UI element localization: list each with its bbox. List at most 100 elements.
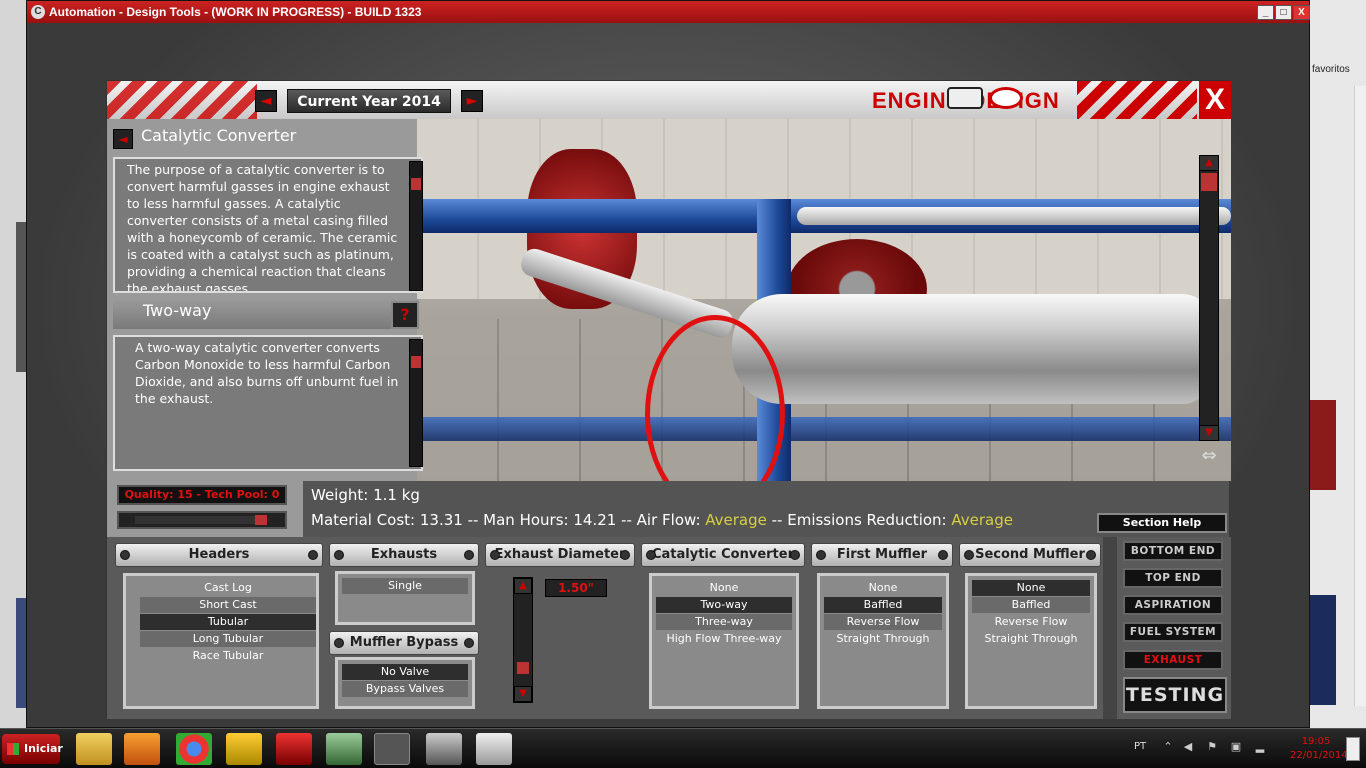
viewport-scroll-thumb[interactable] <box>1201 173 1217 191</box>
list-item-no-valve[interactable]: No Valve <box>342 664 468 680</box>
list-item-two-way[interactable]: Two-way <box>656 597 792 613</box>
device-tray-icon[interactable]: ▣ <box>1230 741 1242 753</box>
list-item-none[interactable]: None <box>656 580 792 596</box>
diameter-slider-thumb[interactable] <box>517 662 529 674</box>
window-close-button[interactable]: X <box>1293 5 1310 20</box>
panel-close-button[interactable]: X <box>1199 81 1231 119</box>
tray-expand-icon[interactable]: ⌃ <box>1162 741 1174 753</box>
bolt-icon <box>1086 550 1096 560</box>
car-app-icon[interactable] <box>426 733 462 765</box>
second-muffler-list: None Baffled Reverse Flow Straight Throu… <box>965 573 1097 709</box>
bolt-icon <box>964 550 974 560</box>
list-item-three-way[interactable]: Three-way <box>656 614 792 630</box>
quality-slider-track <box>135 516 255 524</box>
taskbar: Iniciar PT ⌃ ◀ ⚑ ▣ ▂ 19:05 22/01/2014 <box>0 728 1366 768</box>
fuel-system-button[interactable]: FUEL SYSTEM <box>1123 622 1223 642</box>
list-item-race-tubular[interactable]: Race Tubular <box>140 648 316 664</box>
exhaust-button[interactable]: EXHAUST <box>1123 650 1223 670</box>
prev-year-button[interactable]: ◄ <box>255 90 277 112</box>
maximize-button[interactable]: □ <box>1275 5 1292 20</box>
list-item-tubular[interactable]: Tubular <box>140 614 316 630</box>
help-button[interactable]: ? <box>391 301 419 329</box>
panel-header: ◄ Current Year 2014 ► ENGINE DESIGN X <box>107 81 1231 119</box>
diameter-up-button[interactable]: ▲ <box>514 578 532 594</box>
emissions-value: Average <box>951 511 1013 529</box>
list-item-single[interactable]: Single <box>342 578 468 594</box>
car-game-icon[interactable] <box>226 733 262 765</box>
section-help-button[interactable]: Section Help <box>1097 513 1227 533</box>
rotate-view-icon[interactable]: ⇔ <box>1191 445 1227 467</box>
description-text: The purpose of a catalytic converter is … <box>127 162 398 291</box>
file-explorer-icon[interactable] <box>76 733 112 765</box>
network-icon[interactable]: ▂ <box>1254 741 1266 753</box>
list-item-straight-through[interactable]: Straight Through <box>824 631 942 647</box>
list-item-baffled[interactable]: Baffled <box>824 597 942 613</box>
list-item-cast-log[interactable]: Cast Log <box>140 580 316 596</box>
viewport-scrollbar[interactable] <box>1199 155 1219 441</box>
language-indicator[interactable]: PT <box>1134 741 1146 752</box>
list-item-reverse-flow[interactable]: Reverse Flow <box>972 614 1090 630</box>
headers-label: Headers <box>188 547 250 562</box>
list-item-high-flow-three-way[interactable]: High Flow Three-way <box>656 631 792 647</box>
start-button[interactable]: Iniciar <box>2 734 63 764</box>
quality-slider-thumb[interactable] <box>255 515 267 525</box>
show-desktop-button[interactable] <box>1346 737 1360 761</box>
exhaust-diameter-slider[interactable]: ▲ ▼ <box>513 577 533 703</box>
top-end-button[interactable]: TOP END <box>1123 568 1223 588</box>
selected-title: Two-way <box>143 301 212 320</box>
monitor-app-icon[interactable] <box>326 733 362 765</box>
automation-app-icon[interactable] <box>374 733 410 765</box>
gamepad-icon[interactable] <box>476 733 512 765</box>
chrome-icon[interactable] <box>176 733 212 765</box>
media-player-icon[interactable] <box>124 733 160 765</box>
list-item-straight-through[interactable]: Straight Through <box>972 631 1090 647</box>
list-item-short-cast[interactable]: Short Cast <box>140 597 316 613</box>
quality-label: Quality: 15 - Tech Pool: 0 <box>117 485 287 505</box>
list-item-long-tubular[interactable]: Long Tubular <box>140 631 316 647</box>
description-scrollbar[interactable] <box>409 161 423 291</box>
bolt-icon <box>464 550 474 560</box>
engine-3d-viewport[interactable] <box>417 119 1231 481</box>
quality-slider[interactable] <box>117 511 287 529</box>
info-title: Catalytic Converter <box>141 126 297 145</box>
viewport-scroll-up[interactable]: ▲ <box>1199 155 1219 171</box>
bolt-icon <box>490 550 500 560</box>
scroll-thumb[interactable] <box>411 356 421 368</box>
app-icon[interactable] <box>276 733 312 765</box>
viewport-scroll-down[interactable]: ▼ <box>1199 425 1219 441</box>
testing-button[interactable]: TESTING <box>1123 677 1227 713</box>
list-item-reverse-flow[interactable]: Reverse Flow <box>824 614 942 630</box>
weight-stat: Weight: 1.1 kg <box>311 486 420 504</box>
catalytic-converter-label: Catalytic Converter <box>651 547 794 562</box>
selected-description-scrollbar[interactable] <box>409 339 423 467</box>
info-back-button[interactable]: ◄ <box>113 129 133 149</box>
start-label: Iniciar <box>24 742 63 755</box>
catalytic-converter-column-header: Catalytic Converter <box>641 543 805 567</box>
muffler-bypass-label: Muffler Bypass <box>349 635 459 650</box>
current-year-label: Current Year 2014 <box>287 89 451 113</box>
diameter-down-button[interactable]: ▼ <box>514 686 532 702</box>
eye-icon[interactable] <box>989 87 1023 109</box>
bottom-end-button[interactable]: BOTTOM END <box>1123 541 1223 561</box>
background-thumbnail <box>1310 595 1336 705</box>
system-clock[interactable]: 19:05 22/01/2014 <box>1290 735 1348 763</box>
scroll-thumb[interactable] <box>411 178 421 190</box>
clock-time: 19:05 <box>1301 736 1331 747</box>
list-item-baffled[interactable]: Baffled <box>972 597 1090 613</box>
minimize-button[interactable]: _ <box>1257 5 1274 20</box>
list-item-bypass-valves[interactable]: Bypass Valves <box>342 681 468 697</box>
volume-icon[interactable]: ◀ <box>1182 741 1194 753</box>
bolt-icon <box>938 550 948 560</box>
clock-date: 22/01/2014 <box>1290 750 1348 761</box>
aspiration-button[interactable]: ASPIRATION <box>1123 595 1223 615</box>
camera-icon[interactable] <box>947 87 983 109</box>
muffler-bypass-column-header: Muffler Bypass <box>329 631 479 655</box>
background-thumbnail <box>1310 400 1336 490</box>
window-title: Automation - Design Tools - (WORK IN PRO… <box>49 5 422 19</box>
bolt-icon <box>790 550 800 560</box>
list-item-none[interactable]: None <box>972 580 1090 596</box>
next-year-button[interactable]: ► <box>461 90 483 112</box>
list-item-none[interactable]: None <box>824 580 942 596</box>
flag-tray-icon[interactable]: ⚑ <box>1206 741 1218 753</box>
bolt-icon <box>334 638 344 648</box>
